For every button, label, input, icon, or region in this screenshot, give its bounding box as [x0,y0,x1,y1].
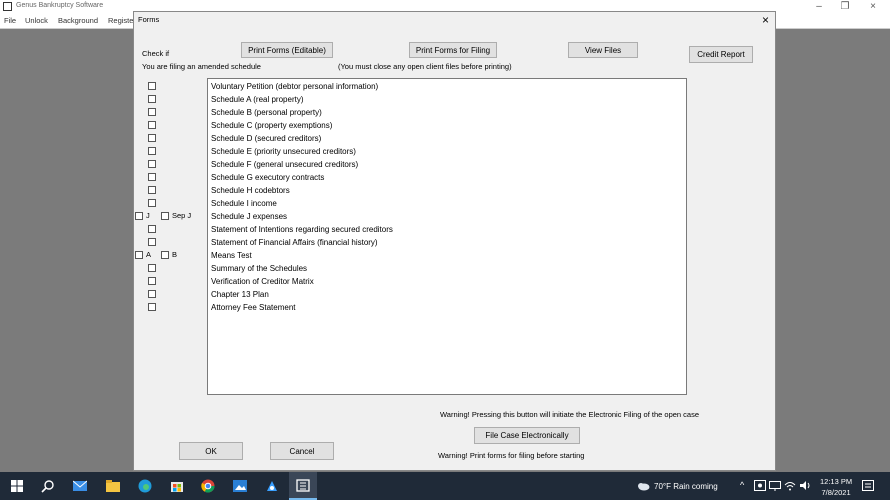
amended-checkbox-schedule-g[interactable] [148,173,156,181]
list-item[interactable]: Schedule I income [209,197,685,210]
forms-dialog: Forms × Check if You are filing an amend… [133,11,776,471]
dialog-close-button[interactable]: × [762,13,769,27]
cancel-button[interactable]: Cancel [270,442,334,460]
chrome-icon[interactable] [201,479,215,493]
amended-checkbox-statement-intentions[interactable] [148,225,156,233]
list-item[interactable]: Voluntary Petition (debtor personal info… [209,80,685,93]
search-icon[interactable] [41,479,55,493]
amended-checkbox-schedule-b[interactable] [148,108,156,116]
list-item[interactable]: Attorney Fee Statement [209,301,685,314]
windows-start-icon[interactable] [11,480,23,492]
notifications-icon[interactable] [862,480,874,492]
file-explorer-icon[interactable] [106,479,120,493]
amended-checkbox-schedule-d[interactable] [148,134,156,142]
clock[interactable]: 12:13 PM 7/8/2021 [820,476,852,498]
amended-checkbox-financial-affairs[interactable] [148,238,156,246]
menu-unlock[interactable]: Unlock [25,16,48,25]
schedule-j-joint-checkbox[interactable] [135,212,143,220]
list-item[interactable]: Schedule A (real property) [209,93,685,106]
network-icon[interactable] [769,481,781,491]
app-close-button[interactable]: × [858,0,888,14]
restore-button[interactable]: ❐ [830,0,860,14]
amended-checkbox-summary[interactable] [148,264,156,272]
clock-date: 7/8/2021 [821,488,851,497]
dialog-title: Forms [138,15,160,24]
list-item[interactable]: Verification of Creditor Matrix [209,275,685,288]
list-item[interactable]: Schedule C (property exemptions) [209,119,685,132]
close-files-note: (You must close any open client files be… [338,62,512,71]
cloud-icon [638,483,650,491]
list-item[interactable]: Means Test [209,249,685,262]
file-case-electronically-button[interactable]: File Case Electronically [474,427,580,444]
photos-icon[interactable] [233,479,247,493]
chevron-up-icon[interactable]: ^ [740,480,744,490]
amended-checkbox-schedule-a[interactable] [148,95,156,103]
b-label: B [172,250,178,259]
means-test-b-checkbox[interactable] [161,251,169,259]
amended-checkbox-voluntary-petition[interactable] [148,82,156,90]
amended-checkbox-creditor-matrix[interactable] [148,277,156,285]
amended-checkbox-attorney-fee[interactable] [148,303,156,311]
menu-background[interactable]: Background [58,16,98,25]
store-icon[interactable] [170,479,184,493]
amended-checkbox-schedule-h[interactable] [148,186,156,194]
sep-j-label: Sep J [172,211,192,220]
wifi-icon[interactable] [784,480,796,491]
edge-icon[interactable] [138,479,152,493]
credit-report-button[interactable]: Credit Report [689,46,753,63]
print-forms-editable-button[interactable]: Print Forms (Editable) [241,42,333,58]
app-title: Genus Bankruptcy Software [16,2,104,9]
connect-app-icon[interactable] [265,479,279,493]
electronic-filing-warning: Warning! Pressing this button will initi… [440,410,700,419]
forms-list: Voluntary Petition (debtor personal info… [209,80,685,314]
a-label: A [146,250,152,259]
list-item[interactable]: Schedule B (personal property) [209,106,685,119]
amended-checkbox-schedule-e[interactable] [148,147,156,155]
means-test-a-checkbox[interactable] [135,251,143,259]
forms-listbox[interactable]: Voluntary Petition (debtor personal info… [207,78,687,395]
schedule-j-separate-checkbox[interactable] [161,212,169,220]
taskbar: ^ [0,472,890,500]
amended-checkbox-column: J Sep J A B [134,82,206,322]
bankruptcy-app-icon [296,479,310,492]
j-label: J [146,211,150,220]
list-item[interactable]: Schedule H codebtors [209,184,685,197]
list-item[interactable]: Schedule J expenses [209,210,685,223]
list-item[interactable]: Schedule G executory contracts [209,171,685,184]
view-files-button[interactable]: View Files [568,42,638,58]
check-if-label: Check if [142,49,170,58]
list-item[interactable]: Schedule E (priority unsecured creditors… [209,145,685,158]
amended-checkbox-schedule-i[interactable] [148,199,156,207]
ok-button[interactable]: OK [179,442,243,460]
weather-widget[interactable]: 70°F Rain coming [654,482,718,491]
amended-checkbox-schedule-c[interactable] [148,121,156,129]
taskbar-active-app[interactable] [289,472,317,500]
list-item[interactable]: Statement of Intentions regarding secure… [209,223,685,236]
list-item[interactable]: Statement of Financial Affairs (financia… [209,236,685,249]
mail-icon[interactable] [73,479,87,493]
amended-checkbox-schedule-f[interactable] [148,160,156,168]
list-item[interactable]: Schedule F (general unsecured creditors) [209,158,685,171]
meet-now-icon[interactable] [754,480,766,491]
list-item[interactable]: Schedule D (secured creditors) [209,132,685,145]
clock-time: 12:13 PM [820,477,853,486]
print-first-warning: Warning! Print forms for filing before s… [438,451,585,460]
amended-schedule-label: You are filing an amended schedule [142,62,261,71]
volume-icon[interactable] [799,480,811,491]
menu-file[interactable]: File [4,16,16,25]
print-forms-filing-button[interactable]: Print Forms for Filing [409,42,497,58]
amended-checkbox-chapter-13-plan[interactable] [148,290,156,298]
menu-register[interactable]: Registe [108,16,133,25]
list-item[interactable]: Summary of the Schedules [209,262,685,275]
app-icon [3,2,12,11]
list-item[interactable]: Chapter 13 Plan [209,288,685,301]
